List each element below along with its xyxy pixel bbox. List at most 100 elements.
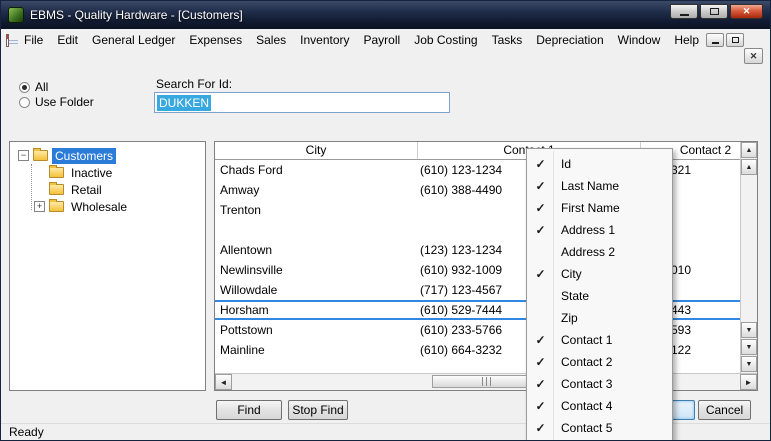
mdi-window-controls — [706, 33, 744, 47]
search-input[interactable]: DUKKEN — [154, 92, 450, 113]
check-icon — [527, 421, 554, 435]
menu-item[interactable]: Edit — [50, 30, 85, 50]
folder-icon — [49, 201, 64, 212]
window-controls: ✕ — [670, 4, 763, 19]
status-text: Ready — [9, 425, 44, 439]
scroll-page-down-button[interactable]: ▼ — [741, 322, 757, 338]
tree-item-retail[interactable]: Retail — [10, 181, 205, 198]
cell-city: Pottstown — [215, 320, 418, 340]
context-menu-item-label: Id — [554, 157, 571, 171]
expand-icon[interactable]: + — [34, 201, 45, 212]
context-menu-item[interactable]: Contact 5 — [527, 417, 672, 439]
context-menu-item[interactable]: Contact 1 — [527, 329, 672, 351]
arrow-right-icon: ► — [745, 378, 753, 387]
folder-icon — [49, 184, 64, 195]
menu-items: File Edit General Ledger Expenses Sales … — [17, 30, 706, 50]
menu-item[interactable]: General Ledger — [85, 30, 182, 50]
arrow-down-icon: ▼ — [746, 361, 753, 368]
menu-item[interactable]: File — [17, 30, 50, 50]
minimize-button[interactable] — [670, 4, 698, 19]
cancel-button[interactable]: Cancel — [698, 400, 751, 420]
arrow-up-icon: ▲ — [746, 164, 753, 171]
context-menu-item[interactable]: Address 1 — [527, 219, 672, 241]
menu-item[interactable]: Sales — [249, 30, 293, 50]
folder-icon — [49, 167, 64, 178]
cell-city: Mainline — [215, 340, 418, 360]
vertical-scrollbar[interactable]: ▲ ▲ ▼ ▼ ▼ — [740, 142, 757, 373]
context-menu-item-label: First Name — [554, 201, 620, 215]
menu-item[interactable]: Tasks — [485, 30, 530, 50]
context-menu-item[interactable]: City — [527, 263, 672, 285]
scrollbar-track[interactable] — [741, 176, 757, 322]
context-menu-item[interactable]: Zip — [527, 307, 672, 329]
context-menu-item[interactable]: Contact 2 — [527, 351, 672, 373]
menu-item[interactable]: Job Costing — [407, 30, 484, 50]
collapse-icon[interactable]: − — [18, 150, 29, 161]
maximize-button[interactable] — [700, 4, 728, 19]
find-again-button[interactable]: Find Again... — [216, 400, 282, 420]
context-menu-item[interactable]: State — [527, 285, 672, 307]
context-menu-item-label: Contact 5 — [554, 421, 612, 435]
close-button[interactable]: ✕ — [730, 4, 763, 19]
mdi-close-button[interactable]: ✕ — [744, 48, 763, 64]
tree-item-customers[interactable]: − Customers — [10, 147, 205, 164]
menu-item[interactable]: Payroll — [357, 30, 408, 50]
mdi-document-icon[interactable] — [6, 34, 9, 47]
radio-all[interactable]: All — [19, 80, 48, 94]
scroll-page-up-button[interactable]: ▲ — [741, 159, 757, 175]
titlebar[interactable]: EBMS - Quality Hardware - [Customers] ✕ — [1, 1, 770, 29]
column-context-menu: Id Last Name First Name Address 1 — [526, 148, 673, 441]
horizontal-scrollbar[interactable]: ◄ ► — [215, 373, 757, 390]
app-icon — [8, 7, 24, 23]
search-label: Search For Id: — [156, 77, 232, 91]
context-menu-item[interactable]: Contact 4 — [527, 395, 672, 417]
tree-item-inactive[interactable]: Inactive — [10, 164, 205, 181]
app-window: EBMS - Quality Hardware - [Customers] ✕ … — [0, 0, 771, 441]
grip-icon — [482, 377, 493, 386]
context-menu-item-label: Zip — [554, 311, 578, 325]
scroll-up-button[interactable]: ▲ — [741, 142, 757, 158]
menu-item[interactable]: Inventory — [293, 30, 356, 50]
minimize-icon — [712, 42, 719, 44]
arrow-up-icon: ▲ — [746, 147, 753, 154]
window-title: EBMS - Quality Hardware - [Customers] — [30, 8, 243, 22]
stop-find-button[interactable]: Stop Find — [288, 400, 348, 420]
check-icon — [527, 267, 554, 281]
tree-item-wholesale[interactable]: + Wholesale — [10, 198, 205, 215]
menu-item[interactable]: Expenses — [182, 30, 249, 50]
restore-icon — [732, 37, 739, 43]
menubar: File Edit General Ledger Expenses Sales … — [1, 29, 770, 51]
radio-unselected-icon — [19, 97, 30, 108]
close-icon: ✕ — [750, 51, 758, 62]
scroll-last-button[interactable]: ▼ — [741, 356, 757, 372]
column-header-city[interactable]: City — [215, 142, 418, 159]
scroll-right-button[interactable]: ► — [740, 374, 757, 390]
maximize-icon — [710, 8, 719, 15]
check-icon — [527, 377, 554, 391]
context-menu-item[interactable]: Contact 3 — [527, 373, 672, 395]
cell-city: Allentown — [215, 240, 418, 260]
cell-city: Trenton — [215, 200, 418, 220]
context-menu-item[interactable]: Id — [527, 153, 672, 175]
scroll-down-button[interactable]: ▼ — [741, 339, 757, 355]
menu-item[interactable]: Window — [611, 30, 668, 50]
radio-use-folder[interactable]: Use Folder — [19, 95, 94, 109]
context-menu-item[interactable]: First Name — [527, 197, 672, 219]
radio-all-label: All — [35, 80, 48, 94]
mdi-restore-button[interactable] — [726, 33, 744, 47]
scroll-left-button[interactable]: ◄ — [215, 374, 232, 390]
menu-item[interactable]: Depreciation — [529, 30, 610, 50]
menu-item[interactable]: Help — [667, 30, 706, 50]
check-icon — [527, 201, 554, 215]
context-menu-item[interactable]: Last Name — [527, 175, 672, 197]
context-menu-item[interactable]: Address 2 — [527, 241, 672, 263]
folder-tree: − Customers Inactive Retail + Wholesale — [9, 141, 206, 391]
cell-city: Amway — [215, 180, 418, 200]
context-menu-item-label: Address 2 — [554, 245, 615, 259]
cell-city: Chads Ford — [215, 160, 418, 180]
context-menu-item-label: Contact 3 — [554, 377, 612, 391]
cell-city — [215, 220, 418, 240]
radio-use-folder-label: Use Folder — [35, 95, 94, 109]
mdi-minimize-button[interactable] — [706, 33, 724, 47]
arrow-down-icon: ▼ — [746, 344, 753, 351]
